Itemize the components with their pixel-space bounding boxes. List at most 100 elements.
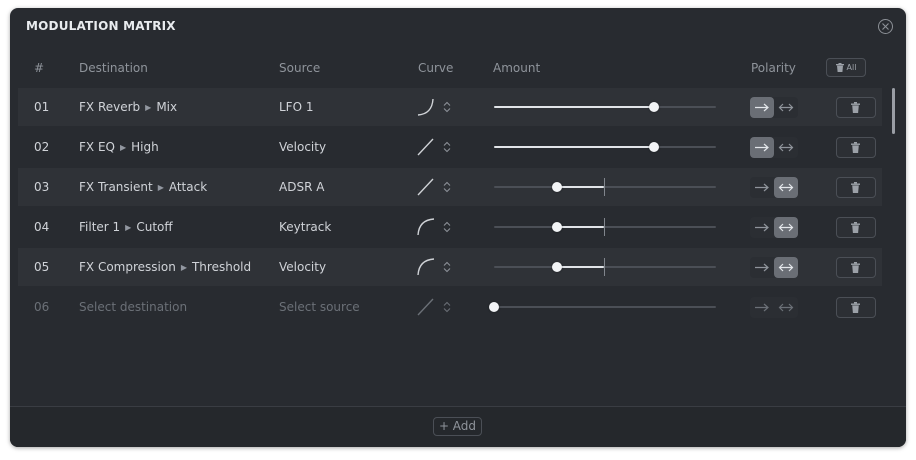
row-number: 01: [34, 100, 50, 114]
arrow-both-icon: [778, 263, 794, 272]
bipolar-button[interactable]: [774, 297, 798, 318]
arrow-both-icon: [778, 303, 794, 312]
source-select[interactable]: Select source: [279, 288, 360, 326]
unipolar-button[interactable]: [750, 257, 774, 278]
unipolar-button[interactable]: [750, 177, 774, 198]
unipolar-button[interactable]: [750, 97, 774, 118]
arrow-both-icon: [778, 223, 794, 232]
amount-fill: [556, 266, 604, 268]
amount-knob[interactable]: [551, 182, 562, 192]
amount-knob[interactable]: [551, 222, 562, 232]
header-curve: Curve: [418, 61, 454, 75]
caret-right-icon: ▶: [157, 183, 164, 192]
destination-select[interactable]: Filter 1 ▶ Cutoff: [79, 208, 173, 246]
trash-icon: [851, 182, 860, 193]
source-select[interactable]: LFO 1: [279, 88, 313, 126]
arrow-right-icon: [755, 103, 769, 112]
trash-icon: [835, 63, 844, 72]
bipolar-button[interactable]: [774, 177, 798, 198]
amount-knob[interactable]: [648, 142, 659, 152]
row-number: 05: [34, 260, 50, 274]
source-select[interactable]: Velocity: [279, 248, 326, 286]
amount-slider[interactable]: [494, 258, 716, 276]
log-curve-icon[interactable]: [417, 258, 435, 276]
polarity-toggle: [750, 217, 798, 238]
bipolar-button[interactable]: [774, 217, 798, 238]
amount-knob[interactable]: [648, 102, 659, 112]
linear-curve-icon[interactable]: [417, 138, 435, 156]
trash-icon: [851, 222, 860, 233]
amount-fill: [556, 226, 604, 228]
amount-fill: [494, 106, 654, 108]
bipolar-button[interactable]: [774, 257, 798, 278]
destination-select[interactable]: FX Reverb ▶ Mix: [79, 88, 177, 126]
delete-all-label: All: [846, 63, 857, 72]
dest-parent: FX Compression: [79, 260, 176, 274]
amount-slider[interactable]: [494, 142, 716, 152]
exp-curve-icon[interactable]: [417, 98, 435, 116]
delete-row-button[interactable]: [836, 97, 876, 118]
polarity-toggle: [750, 257, 798, 278]
delete-row-button[interactable]: [836, 137, 876, 158]
header-source: Source: [279, 61, 321, 75]
destination-select[interactable]: FX EQ ▶ High: [79, 128, 159, 166]
linear-curve-icon[interactable]: [417, 298, 435, 316]
row-number: 06: [34, 300, 50, 314]
row-number: 03: [34, 180, 50, 194]
sort-arrows-icon[interactable]: [443, 261, 451, 273]
matrix-row: 04 Filter 1 ▶ Cutoff Keytrack: [18, 208, 882, 246]
amount-slider[interactable]: [494, 218, 716, 236]
matrix-row: 03 FX Transient ▶ Attack ADSR A: [18, 168, 882, 206]
row-number: 04: [34, 220, 50, 234]
delete-row-button[interactable]: [836, 257, 876, 278]
destination-select[interactable]: Select destination: [79, 288, 187, 326]
delete-row-button[interactable]: [836, 217, 876, 238]
caret-right-icon: ▶: [125, 223, 132, 232]
dest-parent: FX Reverb: [79, 100, 141, 114]
amount-slider[interactable]: [494, 102, 716, 112]
add-modulation-button[interactable]: + Add: [433, 417, 482, 436]
dest-parent: Filter 1: [79, 220, 121, 234]
sort-arrows-icon[interactable]: [443, 101, 451, 113]
sort-arrows-icon[interactable]: [443, 301, 451, 313]
close-icon[interactable]: [878, 19, 893, 34]
sort-arrows-icon[interactable]: [443, 141, 451, 153]
arrow-right-icon: [755, 143, 769, 152]
matrix-row: 02 FX EQ ▶ High Velocity: [18, 128, 882, 166]
delete-row-button[interactable]: [836, 297, 876, 318]
amount-fill: [556, 186, 604, 188]
matrix-row: 05 FX Compression ▶ Threshold Velocity: [18, 248, 882, 286]
polarity-toggle: [750, 297, 798, 318]
trash-icon: [851, 302, 860, 313]
amount-knob[interactable]: [551, 262, 562, 272]
caret-right-icon: ▶: [119, 143, 127, 152]
source-select[interactable]: ADSR A: [279, 168, 324, 206]
polarity-toggle: [750, 177, 798, 198]
log-curve-icon[interactable]: [417, 218, 435, 236]
bipolar-button[interactable]: [774, 97, 798, 118]
polarity-toggle: [750, 97, 798, 118]
scrollbar-thumb[interactable]: [892, 88, 895, 134]
delete-all-button[interactable]: All: [826, 58, 866, 77]
dest-param: Mix: [156, 100, 178, 114]
destination-select[interactable]: FX Transient ▶ Attack: [79, 168, 207, 206]
amount-knob[interactable]: [489, 302, 499, 312]
delete-row-button[interactable]: [836, 177, 876, 198]
sort-arrows-icon[interactable]: [443, 181, 451, 193]
trash-icon: [851, 142, 860, 153]
unipolar-button[interactable]: [750, 297, 774, 318]
unipolar-button[interactable]: [750, 217, 774, 238]
trash-icon: [851, 262, 860, 273]
linear-curve-icon[interactable]: [417, 178, 435, 196]
bipolar-button[interactable]: [774, 137, 798, 158]
source-select[interactable]: Velocity: [279, 128, 326, 166]
source-select[interactable]: Keytrack: [279, 208, 331, 246]
amount-slider[interactable]: [494, 178, 716, 196]
caret-right-icon: ▶: [145, 103, 152, 112]
window-title: MODULATION MATRIX: [26, 19, 176, 33]
amount-slider[interactable]: [489, 302, 716, 312]
sort-arrows-icon[interactable]: [443, 221, 451, 233]
unipolar-button[interactable]: [750, 137, 774, 158]
arrow-both-icon: [778, 103, 794, 112]
destination-select[interactable]: FX Compression ▶ Threshold: [79, 248, 251, 286]
